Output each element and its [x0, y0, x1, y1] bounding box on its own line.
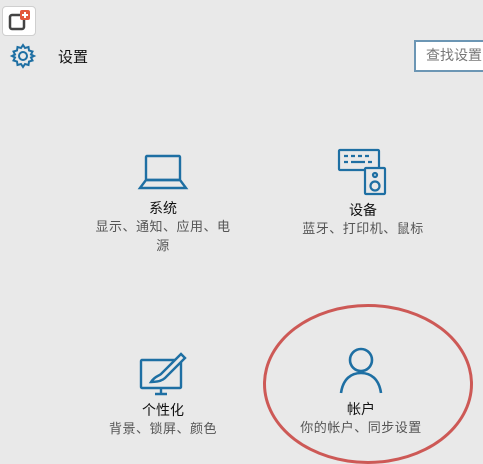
- laptop-icon: [137, 154, 189, 190]
- tile-system-desc-cont: 源: [156, 239, 170, 254]
- search-box[interactable]: [414, 40, 483, 72]
- devices-icon: [337, 148, 387, 196]
- tile-system[interactable]: 系统 显示、通知、应用、电 源: [78, 150, 248, 256]
- page-title: 设置: [58, 48, 89, 66]
- highlight-circle: [263, 304, 473, 464]
- app-logo: [2, 6, 36, 36]
- tile-personalization[interactable]: 个性化 背景、锁屏、颜色: [78, 350, 248, 439]
- tile-personalization-desc: 背景、锁屏、颜色: [108, 422, 217, 437]
- tile-system-title: 系统: [149, 201, 177, 217]
- gear-icon: [9, 42, 37, 70]
- search-input[interactable]: [416, 42, 483, 70]
- personalization-icon: [139, 352, 187, 396]
- tile-devices[interactable]: 设备 蓝牙、打印机、鼠标: [278, 146, 448, 239]
- tile-devices-desc: 蓝牙、打印机、鼠标: [302, 222, 424, 237]
- tile-system-desc: 显示、通知、应用、电: [95, 220, 231, 235]
- tile-devices-title: 设备: [349, 203, 377, 219]
- tile-personalization-title: 个性化: [142, 403, 184, 419]
